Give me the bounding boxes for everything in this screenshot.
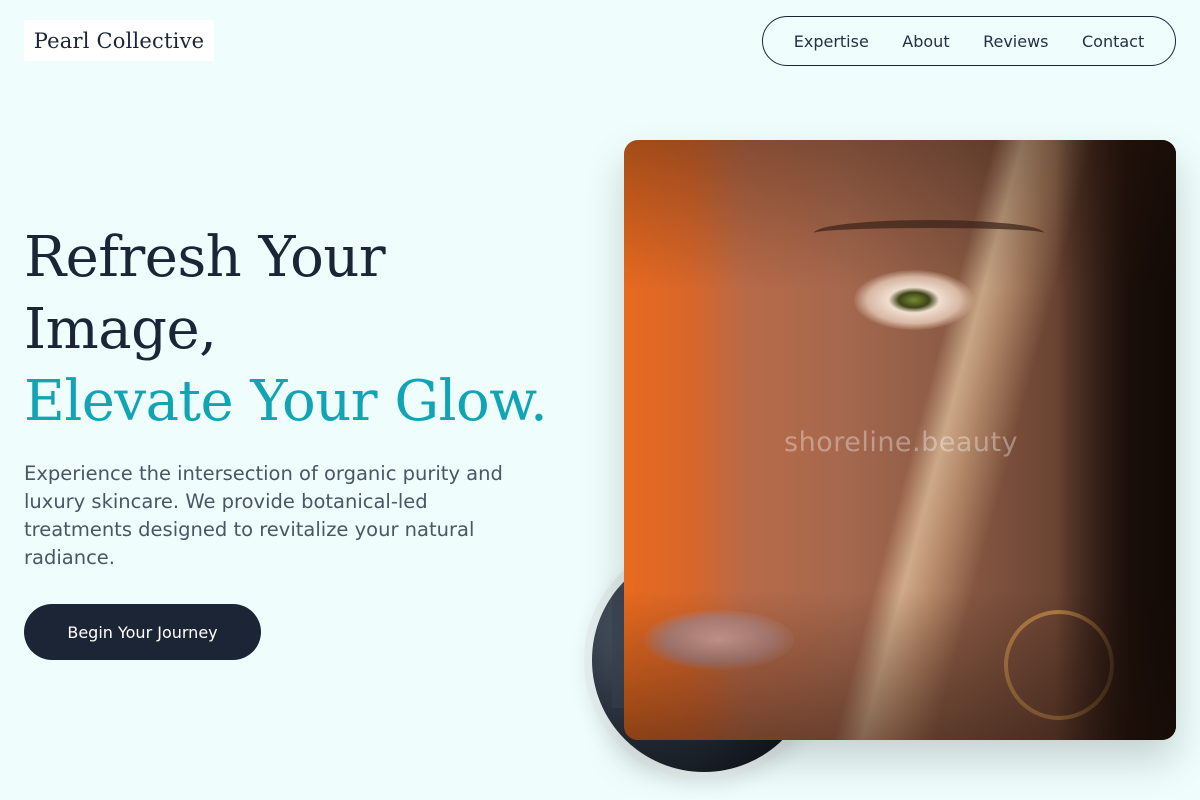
nav-item-expertise[interactable]: Expertise — [794, 32, 869, 51]
headline-accent: Elevate Your Glow. — [24, 369, 548, 434]
nav-item-reviews[interactable]: Reviews — [983, 32, 1048, 51]
begin-journey-button[interactable]: Begin Your Journey — [24, 604, 261, 660]
image-watermark: shoreline.beauty — [784, 427, 1019, 458]
brand-logo[interactable]: Pearl Collective — [24, 20, 214, 61]
hero-headline: Refresh Your Image, Elevate Your Glow. — [24, 222, 604, 438]
nav-item-contact[interactable]: Contact — [1082, 32, 1144, 51]
headline-line-1: Refresh Your — [24, 225, 386, 290]
nav-item-about[interactable]: About — [902, 32, 949, 51]
hero-portrait-image: shoreline.beauty — [624, 140, 1176, 740]
headline-line-2: Image, — [24, 297, 217, 362]
main-nav: Expertise About Reviews Contact — [762, 16, 1176, 66]
hero-description: Experience the intersection of organic p… — [24, 462, 503, 569]
